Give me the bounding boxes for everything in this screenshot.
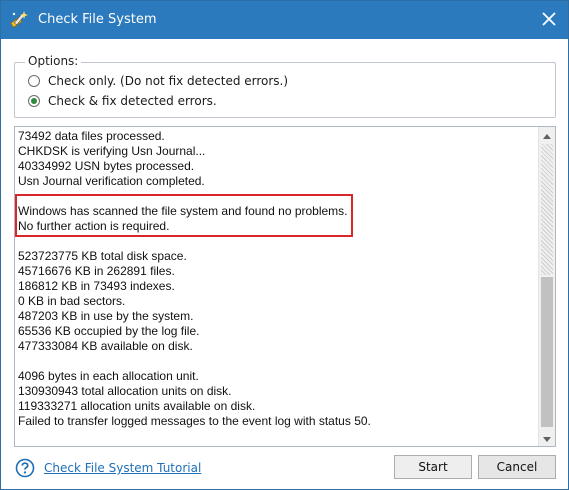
log-text: 73492 data files processed. CHKDSK is ver…: [18, 129, 538, 429]
close-icon: [542, 11, 556, 29]
log-line: 65536 KB occupied by the log file.: [18, 324, 200, 338]
radio-button[interactable]: [28, 75, 40, 87]
log-line: 73492 data files processed.: [18, 129, 165, 143]
log-line: 186812 KB in 73493 indexes.: [18, 279, 175, 293]
radio-label: Check & fix detected errors.: [48, 94, 217, 108]
log-line: Failed to transfer logged messages to th…: [18, 414, 371, 428]
wand-broom-icon: [9, 9, 31, 31]
log-line: 4096 bytes in each allocation unit.: [18, 369, 199, 383]
dialog-content: Options: Check only. (Do not fix detecte…: [1, 39, 568, 489]
tutorial-link[interactable]: Check File System Tutorial: [44, 461, 201, 475]
log-line: 40334992 USN bytes processed.: [18, 159, 195, 173]
radio-check-only[interactable]: Check only. (Do not fix detected errors.…: [28, 74, 288, 88]
scroll-down-button[interactable]: [539, 430, 555, 446]
scrollbar-track[interactable]: [541, 144, 553, 275]
radio-label: Check only. (Do not fix detected errors.…: [48, 74, 289, 88]
check-file-system-dialog: Check File System Options: Check only. (…: [0, 0, 569, 490]
chevron-up-icon: [543, 128, 551, 142]
scroll-up-button[interactable]: [539, 127, 555, 143]
log-line: 119333271 allocation units available on …: [18, 399, 256, 413]
tutorial-link-row[interactable]: Check File System Tutorial: [15, 458, 201, 478]
start-button[interactable]: Start: [394, 455, 472, 479]
close-button[interactable]: [534, 5, 564, 35]
window-title: Check File System: [38, 12, 157, 27]
log-line: Usn Journal verification completed.: [18, 174, 205, 188]
help-circle-icon: [15, 458, 35, 478]
scrollbar-thumb[interactable]: [541, 277, 553, 427]
title-bar: Check File System: [1, 1, 568, 39]
chevron-down-icon: [543, 431, 551, 445]
log-line: 130930943 total allocation units on disk…: [18, 384, 232, 398]
log-line: 487203 KB in use by the system.: [18, 309, 194, 323]
log-line: 477333084 KB available on disk.: [18, 339, 193, 353]
log-line: 45716676 KB in 262891 files.: [18, 264, 175, 278]
options-group: Options: Check only. (Do not fix detecte…: [14, 54, 556, 118]
log-line: 0 KB in bad sectors.: [18, 294, 126, 308]
radio-button-checked[interactable]: [28, 95, 40, 107]
log-line: 523723775 KB total disk space.: [18, 249, 187, 263]
log-blank-line: [18, 354, 538, 369]
result-highlight-box: [15, 194, 353, 237]
log-line: CHKDSK is verifying Usn Journal...: [18, 144, 206, 158]
vertical-scrollbar[interactable]: [538, 127, 555, 446]
log-output[interactable]: 73492 data files processed. CHKDSK is ver…: [14, 126, 556, 447]
radio-check-and-fix[interactable]: Check & fix detected errors.: [28, 94, 217, 108]
options-legend: Options:: [25, 54, 82, 68]
cancel-button[interactable]: Cancel: [478, 455, 556, 479]
